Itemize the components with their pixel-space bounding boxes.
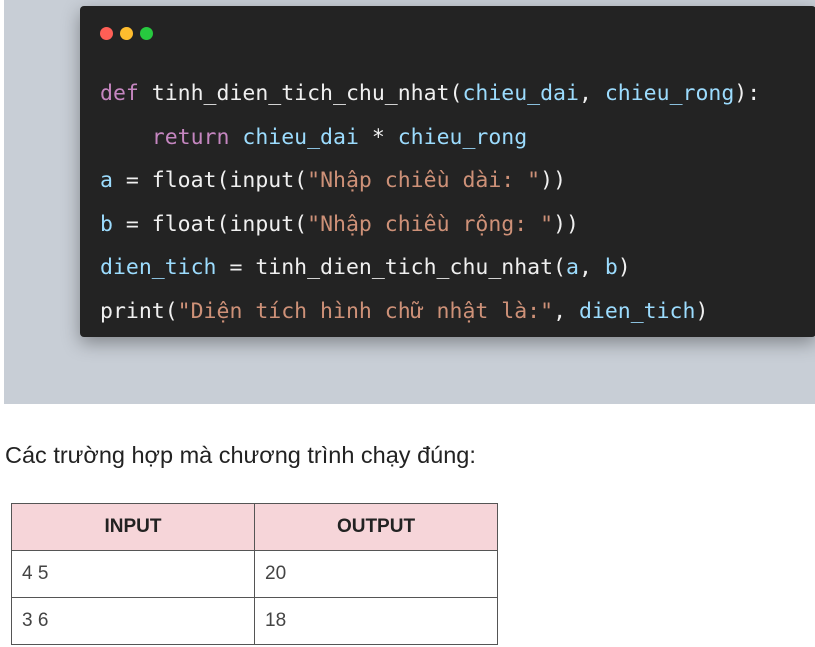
close-dot-icon <box>100 27 113 40</box>
code-token: ) <box>695 298 709 324</box>
code-token: ): <box>734 81 761 106</box>
input-cell: 4 5 <box>11 550 255 598</box>
code-token: "Nhập chiều rộng: " <box>307 211 554 237</box>
code-token: )) <box>540 168 567 194</box>
code-token: chieu_dai <box>462 81 579 106</box>
table-row: 4 5 20 <box>11 550 498 598</box>
code-token: a <box>100 168 113 194</box>
code-window: def tinh_dien_tich_chu_nhat(chieu_dai, c… <box>80 6 815 337</box>
code-token: chieu_rong <box>397 124 528 150</box>
maximize-dot-icon <box>140 27 153 40</box>
code-token: b <box>100 211 113 237</box>
code-line: dien_tich = tinh_dien_tich_chu_nhat(a, b… <box>100 246 760 290</box>
window-controls <box>100 27 153 40</box>
code-line: a = float(input("Nhập chiều dài: ")) <box>100 159 760 203</box>
code-token: tinh_dien_tich_chu_nhat( <box>151 81 463 106</box>
caption-text: Các trường hợp mà chương trình chạy đúng… <box>5 442 476 468</box>
test-cases-table: INPUT OUTPUT 4 5 20 3 6 18 <box>11 503 498 645</box>
code-screenshot-figure: def tinh_dien_tich_chu_nhat(chieu_dai, c… <box>4 0 815 404</box>
code-token: = tinh_dien_tich_chu_nhat( <box>216 255 566 281</box>
code-token: return <box>100 124 243 150</box>
code-token: , <box>578 255 605 281</box>
code-block: def tinh_dien_tich_chu_nhat(chieu_dai, c… <box>100 72 760 334</box>
code-token: print( <box>100 298 178 324</box>
code-token: , <box>578 81 605 106</box>
code-token: chieu_rong <box>604 81 735 106</box>
code-token: = float(input( <box>112 168 308 194</box>
minimize-dot-icon <box>120 27 133 40</box>
table-row: 3 6 18 <box>11 597 498 645</box>
code-token: b <box>604 255 618 281</box>
code-token: chieu_dai <box>242 124 359 150</box>
code-token: * <box>358 124 398 150</box>
code-token: "Nhập chiều dài: " <box>307 168 541 194</box>
code-token: , <box>553 298 579 324</box>
output-cell: 18 <box>254 597 498 645</box>
code-token: dien_tich <box>100 255 217 281</box>
table-header-row: INPUT OUTPUT <box>11 503 498 551</box>
header-output: OUTPUT <box>254 503 498 551</box>
code-line: b = float(input("Nhập chiều rộng: ")) <box>100 203 760 247</box>
code-line: def tinh_dien_tich_chu_nhat(chieu_dai, c… <box>100 72 760 116</box>
input-cell: 3 6 <box>11 597 255 645</box>
code-token: dien_tich <box>578 298 696 324</box>
code-token: "Diện tích hình chữ nhật là:" <box>177 298 554 324</box>
code-line: print("Diện tích hình chữ nhật là:", die… <box>100 290 760 334</box>
code-token: a <box>566 255 579 281</box>
code-line: return chieu_dai * chieu_rong <box>100 116 760 160</box>
code-token: )) <box>553 211 579 237</box>
header-input: INPUT <box>11 503 255 551</box>
code-token: ) <box>617 255 631 281</box>
code-token: def <box>100 81 152 106</box>
output-cell: 20 <box>254 550 498 598</box>
code-token: = float(input( <box>112 211 308 237</box>
